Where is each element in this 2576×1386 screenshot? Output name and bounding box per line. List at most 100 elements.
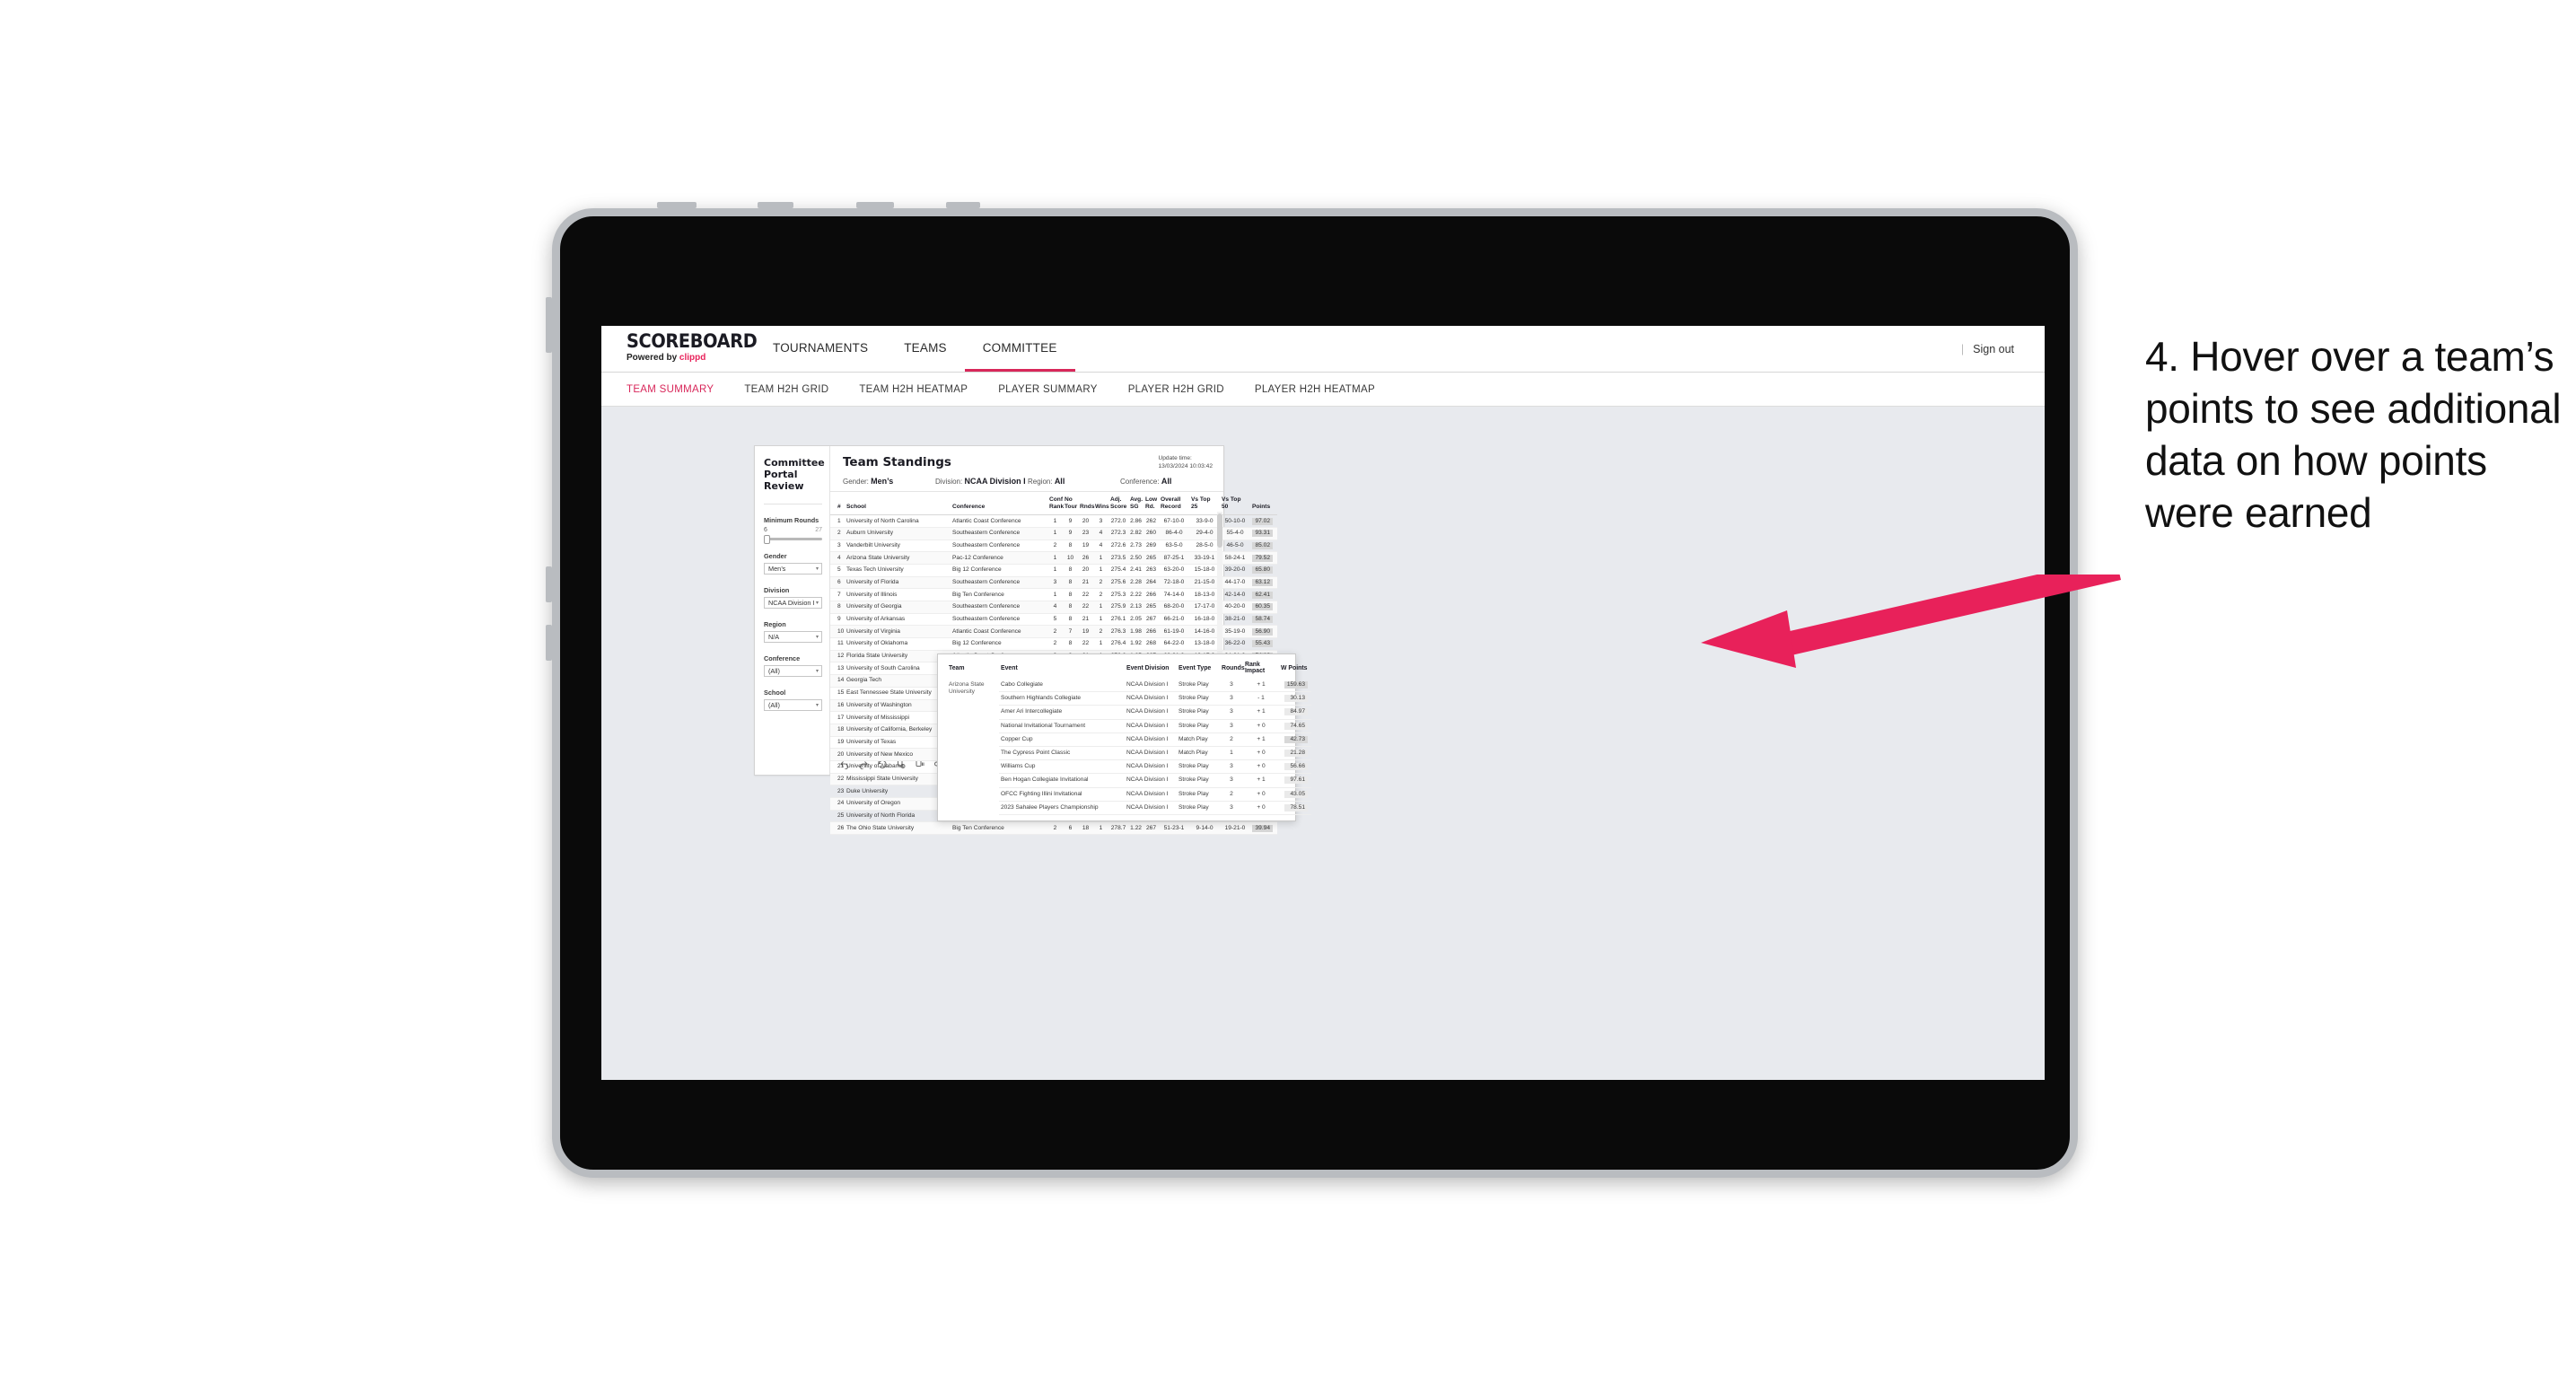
table-row[interactable]: 9 University of Arkansas Southeastern Conf…: [830, 613, 1277, 627]
tooltip-cell-rounds: 3: [1220, 773, 1243, 788]
brand-logo[interactable]: SCOREBOARD Powered by clippd: [601, 326, 758, 372]
cell-overall-record: 63-20-0: [1159, 564, 1189, 577]
points-value[interactable]: 63.12: [1252, 578, 1273, 586]
cell-vs-top-50: 44-17-0: [1220, 576, 1250, 590]
table-row[interactable]: 2 Auburn University Southeastern Conferenc…: [830, 527, 1277, 540]
cell-points[interactable]: 79.52: [1250, 551, 1277, 565]
nav-tab-committee[interactable]: COMMITTEE: [964, 326, 1075, 372]
cell-overall-record: 87-25-1: [1159, 551, 1189, 565]
cell-points[interactable]: 85.02: [1250, 539, 1277, 553]
tooltip-cell-w-points: 56.66: [1279, 759, 1311, 775]
col-header-vs-top-50[interactable]: Vs Top 50: [1220, 492, 1250, 516]
tooltip-cell-event-type: Stroke Play: [1177, 801, 1220, 815]
filter-minimum-rounds: Minimum Rounds 6 27: [764, 516, 822, 544]
table-row[interactable]: 1 University of North Carolina Atlantic Co…: [830, 514, 1277, 528]
points-value[interactable]: 39.94: [1252, 824, 1273, 832]
cell-conf-rank: 2: [1047, 821, 1063, 836]
col-header-adj-score[interactable]: Adj. Score: [1108, 492, 1128, 516]
col-header-avg-sg[interactable]: Avg. SG: [1128, 492, 1143, 516]
cell-rank: 12: [830, 650, 845, 663]
cell-adj-score: 275.4: [1108, 564, 1128, 577]
cell-rnds: 19: [1078, 539, 1093, 553]
sign-out-link[interactable]: Sign out: [1973, 343, 2014, 355]
cell-rank: 6: [830, 576, 845, 590]
tooltip-cell-rank-impact: + 0: [1243, 801, 1279, 815]
device-top-button: [657, 202, 697, 208]
cell-overall-record: 86-4-0: [1159, 527, 1189, 540]
cell-avg-sg: 2.13: [1128, 601, 1143, 614]
slider-handle[interactable]: [764, 534, 770, 544]
cell-no-tour: 8: [1063, 539, 1078, 553]
col-header-rank[interactable]: #: [830, 492, 845, 516]
col-header-rnds[interactable]: Rnds: [1078, 492, 1094, 516]
gender-select[interactable]: Men’s ▾: [764, 563, 822, 575]
cell-low-rd: 262: [1143, 514, 1159, 528]
table-row[interactable]: 4 Arizona State University Pac-12 Conferen…: [830, 551, 1277, 565]
cell-points[interactable]: 62.41: [1250, 588, 1277, 601]
col-header-no-tour[interactable]: No Tour: [1063, 492, 1078, 516]
table-row[interactable]: 6 University of Florida Southeastern Confe…: [830, 576, 1277, 590]
cell-points[interactable]: 60.35: [1250, 601, 1277, 614]
table-row[interactable]: 7 University of Illinois Big Ten Conferenc…: [830, 588, 1277, 601]
region-select[interactable]: N/A ▾: [764, 631, 822, 643]
division-select[interactable]: NCAA Division I ▾: [764, 597, 822, 609]
points-value[interactable]: 60.35: [1252, 603, 1273, 611]
cell-wins: 4: [1093, 539, 1108, 553]
col-header-overall-record[interactable]: Overall Record: [1159, 492, 1189, 516]
cell-conference: Southeastern Conference: [951, 527, 1047, 540]
points-value[interactable]: 97.02: [1252, 517, 1273, 525]
points-value[interactable]: 56.90: [1252, 627, 1273, 636]
subtab-player-summary[interactable]: PLAYER SUMMARY: [998, 384, 1098, 395]
cell-points[interactable]: 97.02: [1250, 514, 1277, 528]
cell-low-rd: 268: [1143, 637, 1159, 651]
conference-select[interactable]: (All) ▾: [764, 665, 822, 677]
col-header-conference[interactable]: Conference: [951, 492, 1047, 516]
school-select[interactable]: (All) ▾: [764, 699, 822, 711]
nav-tab-tournaments[interactable]: TOURNAMENTS: [755, 326, 886, 372]
cell-points[interactable]: 39.94: [1250, 821, 1277, 836]
table-row[interactable]: 3 Vanderbilt University Southeastern Confe…: [830, 539, 1277, 553]
col-header-vs-top-25[interactable]: Vs Top 25: [1189, 492, 1220, 516]
device-top-button: [758, 202, 793, 208]
subtab-player-h2h-heatmap[interactable]: PLAYER H2H HEATMAP: [1255, 384, 1375, 395]
update-time-label: Update time:: [1158, 455, 1192, 461]
cell-points[interactable]: 56.90: [1250, 625, 1277, 639]
points-value[interactable]: 55.43: [1252, 640, 1273, 648]
table-row[interactable]: 5 Texas Tech University Big 12 Conference 1…: [830, 564, 1277, 577]
subtab-player-h2h-grid[interactable]: PLAYER H2H GRID: [1128, 384, 1224, 395]
cell-points[interactable]: 58.74: [1250, 613, 1277, 627]
table-row[interactable]: 11 University of Oklahoma Big 12 Conferenc…: [830, 637, 1277, 651]
cell-rank: 14: [830, 674, 845, 688]
table-row[interactable]: 26 The Ohio State University Big Ten Confe…: [830, 821, 1277, 836]
points-value[interactable]: 58.74: [1252, 616, 1273, 624]
points-value[interactable]: 85.02: [1252, 541, 1273, 549]
nav-tab-teams[interactable]: TEAMS: [886, 326, 965, 372]
cell-school: University of North Florida: [845, 810, 951, 823]
cell-points[interactable]: 65.80: [1250, 564, 1277, 577]
table-row[interactable]: 10 University of Virginia Atlantic Coast C…: [830, 625, 1277, 639]
subtab-team-summary[interactable]: TEAM SUMMARY: [626, 384, 714, 395]
points-value[interactable]: 93.31: [1252, 530, 1273, 538]
conference-label: Conference: [764, 654, 801, 662]
col-header-wins[interactable]: Wins: [1093, 492, 1109, 516]
cell-points[interactable]: 63.12: [1250, 576, 1277, 590]
subtab-team-h2h-heatmap[interactable]: TEAM H2H HEATMAP: [859, 384, 968, 395]
cell-points[interactable]: 93.31: [1250, 527, 1277, 540]
points-value[interactable]: 65.80: [1252, 566, 1273, 575]
minimum-rounds-slider[interactable]: [764, 534, 822, 544]
tooltip-cell-event-type: Match Play: [1177, 732, 1220, 747]
points-value[interactable]: 62.41: [1252, 591, 1273, 599]
cell-avg-sg: 1.98: [1128, 625, 1143, 639]
cell-rnds: 22: [1078, 601, 1093, 614]
table-row[interactable]: 8 University of Georgia Southeastern Confe…: [830, 601, 1277, 614]
cell-rank: 10: [830, 625, 845, 639]
col-header-conf-rank[interactable]: Conf Rank: [1047, 492, 1064, 516]
points-value[interactable]: 79.52: [1252, 554, 1273, 562]
table-scrollbar-thumb[interactable]: [1217, 513, 1222, 548]
col-header-low-rd[interactable]: Low Rd.: [1143, 492, 1159, 516]
col-header-points[interactable]: Points: [1250, 492, 1277, 516]
subtab-team-h2h-grid[interactable]: TEAM H2H GRID: [744, 384, 828, 395]
cell-vs-top-25: 15-18-0: [1189, 564, 1220, 577]
col-header-school[interactable]: School: [845, 492, 951, 516]
cell-points[interactable]: 55.43: [1250, 637, 1277, 651]
